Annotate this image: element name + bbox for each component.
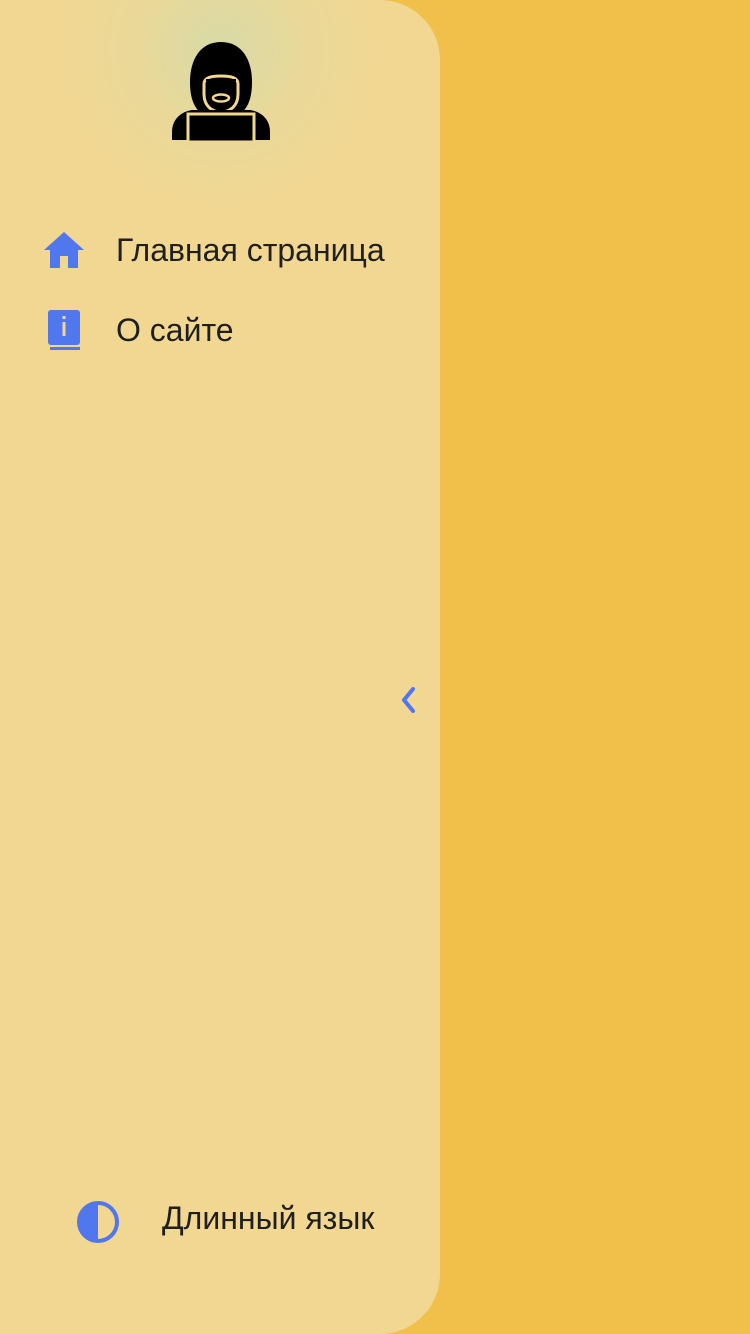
hooded-hacker-icon <box>172 42 270 142</box>
app-screen: Главная страница О сайте Длинный язык <box>0 0 750 1334</box>
drawer-nav: Главная страница О сайте <box>0 210 440 370</box>
theme-toggle-label: Длинный язык <box>162 1200 375 1236</box>
nav-item-about[interactable]: О сайте <box>0 290 440 370</box>
contrast-icon <box>77 1201 119 1243</box>
navigation-drawer: Главная страница О сайте Длинный язык <box>0 0 440 1334</box>
nav-item-home-label: Главная страница <box>116 231 385 268</box>
chevron-left-icon <box>402 687 415 713</box>
home-icon <box>40 226 88 274</box>
collapse-drawer-button[interactable] <box>392 680 424 720</box>
nav-item-home[interactable]: Главная страница <box>0 210 440 290</box>
info-book-icon <box>40 306 88 354</box>
nav-item-about-label: О сайте <box>116 311 234 348</box>
theme-toggle[interactable]: Длинный язык <box>0 1190 440 1250</box>
